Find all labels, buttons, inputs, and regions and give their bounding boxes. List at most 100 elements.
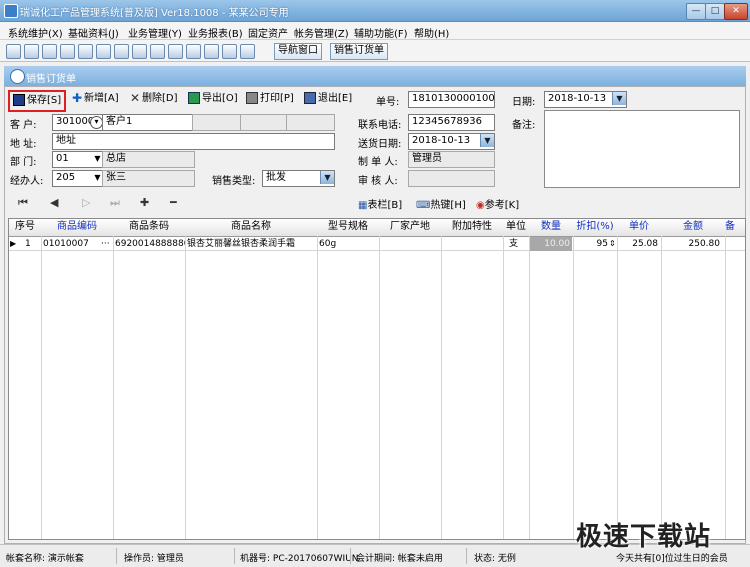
cell-name[interactable]: 银杏艾丽馨丝银杏柔润手霜 (187, 237, 317, 251)
cell-code-lookup[interactable]: ··· (101, 237, 110, 251)
address-label: 地 址: (10, 139, 37, 150)
spinner-icon[interactable]: ⇕ (609, 237, 617, 251)
money-icon[interactable] (150, 44, 165, 59)
close-button[interactable]: ✕ (724, 3, 748, 20)
title-bar: 瑞诚化工产品管理系统[普及版] Ver18.1008 - 某某公司专用 — □ … (0, 0, 750, 22)
add-label: 新增[A] (84, 93, 119, 104)
window-icon[interactable] (6, 44, 21, 59)
date-field[interactable]: 2018-10-13 ▼ (544, 91, 627, 108)
order-no-field[interactable]: 181013000010001 (408, 91, 495, 108)
delivery-field[interactable]: 2018-10-13 ▼ (408, 133, 495, 150)
remove-row-icon[interactable]: ━ (170, 196, 177, 209)
status-machine: 机器号: PC-20170607WIUN (240, 554, 359, 564)
last-record-icon[interactable]: ⏭ (110, 196, 120, 210)
cell-amount[interactable]: 250.80 (662, 237, 721, 251)
add-row-icon[interactable]: ✚ (140, 196, 149, 209)
hotkey-button[interactable]: ⌨热键[H] (416, 196, 466, 211)
chart-icon[interactable] (132, 44, 147, 59)
column-header-discount[interactable]: 折扣(%) (573, 219, 618, 237)
edit-icon[interactable] (78, 44, 93, 59)
chevron-down-icon[interactable]: ▼ (480, 134, 494, 147)
cell-unit[interactable]: 支 (509, 237, 529, 251)
menu-business[interactable]: 业务管理(Y) (128, 25, 182, 40)
column-header-unit[interactable]: 单位 (503, 219, 530, 237)
phone-field[interactable]: 12345678936 (408, 114, 495, 131)
cell-code[interactable]: 01010007 (43, 237, 99, 251)
column-header-extra[interactable]: 附加特性 (441, 219, 504, 237)
handler-code-field[interactable]: 205 ▼ (52, 170, 105, 187)
help-icon[interactable] (204, 44, 219, 59)
column-header-qty[interactable]: 数量 (529, 219, 574, 237)
column-divider (113, 236, 114, 539)
chevron-down-icon[interactable]: ▼ (612, 92, 626, 105)
sales-order-button[interactable]: 销售订货单 (330, 43, 388, 60)
cell-qty[interactable]: 10.00 (530, 237, 572, 251)
minimize-button[interactable]: — (686, 3, 706, 20)
menu-tools[interactable]: 辅助功能(F) (354, 25, 408, 40)
cell-maker[interactable] (381, 237, 441, 251)
nav-window-button[interactable]: 导航窗口 (274, 43, 322, 60)
handler-code-value: 205 (56, 172, 76, 183)
remarks-textarea[interactable] (544, 110, 740, 188)
card-icon[interactable] (60, 44, 75, 59)
column-header-maker[interactable]: 厂家产地 (379, 219, 442, 237)
delete-label: 删除[D] (142, 93, 178, 104)
column-header-name[interactable]: 商品名称 (185, 219, 318, 237)
print-button[interactable]: 打印[P] (246, 90, 294, 108)
form-icon[interactable] (24, 44, 39, 59)
cell-seq[interactable]: 1 (25, 237, 31, 251)
cell-discount[interactable]: 95 (574, 237, 608, 251)
columns-button[interactable]: ▦表栏[B] (358, 196, 402, 211)
menu-basic-data[interactable]: 基础资料(J) (68, 25, 119, 40)
address-field[interactable]: 地址 (52, 133, 335, 150)
previous-record-icon[interactable]: ◀ (50, 196, 58, 209)
dept-code-field[interactable]: 01 ▼ (52, 151, 105, 168)
user-icon[interactable] (96, 44, 111, 59)
menu-help[interactable]: 帮助(H) (414, 25, 449, 40)
customer-name-field[interactable]: 客户1 (102, 114, 195, 131)
excel-icon (188, 92, 200, 104)
menu-reports[interactable]: 业务报表(B) (188, 25, 243, 40)
save-button[interactable]: 保存[S] (8, 90, 67, 112)
table-row[interactable]: ▶ 1 01010007 ··· 6920014888880 银杏艾丽馨丝银杏柔… (9, 237, 745, 251)
add-button[interactable]: ✚ 新增[A] (72, 90, 119, 108)
column-header-code[interactable]: 商品编码 (41, 219, 114, 237)
window-title: 瑞诚化工产品管理系统[普及版] Ver18.1008 - 某某公司专用 (20, 8, 289, 19)
auditor-label: 审 核 人: (358, 176, 398, 187)
column-header-amount[interactable]: 金额 (661, 219, 726, 237)
customer-code-field[interactable]: 3010001 ▾ (52, 114, 105, 131)
items-grid[interactable]: 序号 商品编码 商品条码 商品名称 型号规格 厂家产地 附加特性 单位 数量 折… (8, 218, 746, 540)
list-icon[interactable] (42, 44, 57, 59)
folder-icon[interactable] (168, 44, 183, 59)
cell-extra[interactable] (443, 237, 503, 251)
group-icon[interactable] (114, 44, 129, 59)
cell-spec[interactable]: 60g (319, 237, 379, 251)
delete-button[interactable]: ✕ 删除[D] (130, 90, 178, 108)
maker-label: 制 单 人: (358, 157, 398, 168)
date-value: 2018-10-13 (548, 93, 607, 104)
document-title-bar: 销售订货单 (4, 66, 746, 86)
next-record-icon[interactable]: ▷ (82, 196, 90, 209)
exit-icon[interactable] (240, 44, 255, 59)
menu-accounting[interactable]: 帐务管理(Z) (294, 25, 349, 40)
calculator-icon[interactable] (222, 44, 237, 59)
printer-icon[interactable] (186, 44, 201, 59)
column-divider (41, 236, 42, 539)
first-record-icon[interactable]: ⏮ (18, 196, 28, 210)
exit-button[interactable]: 退出[E] (304, 90, 352, 108)
cell-barcode[interactable]: 6920014888880 (115, 237, 185, 251)
column-header-barcode[interactable]: 商品条码 (113, 219, 186, 237)
column-header-seq[interactable]: 序号 (9, 219, 42, 237)
exit-label: 退出[E] (318, 93, 353, 104)
column-header-remark[interactable]: 备 (725, 219, 745, 237)
menu-system[interactable]: 系统维护(X) (8, 25, 63, 40)
export-button[interactable]: 导出[O] (188, 90, 238, 108)
chevron-down-icon[interactable]: ▼ (320, 171, 334, 184)
maximize-button[interactable]: □ (705, 3, 725, 20)
reference-button[interactable]: ◉参考[K] (476, 196, 519, 211)
column-header-spec[interactable]: 型号规格 (317, 219, 380, 237)
menu-fixed-assets[interactable]: 固定资产 (248, 25, 288, 40)
column-header-price[interactable]: 单价 (617, 219, 662, 237)
cell-price[interactable]: 25.08 (618, 237, 658, 251)
sales-type-select[interactable]: 批发 ▼ (262, 170, 335, 187)
